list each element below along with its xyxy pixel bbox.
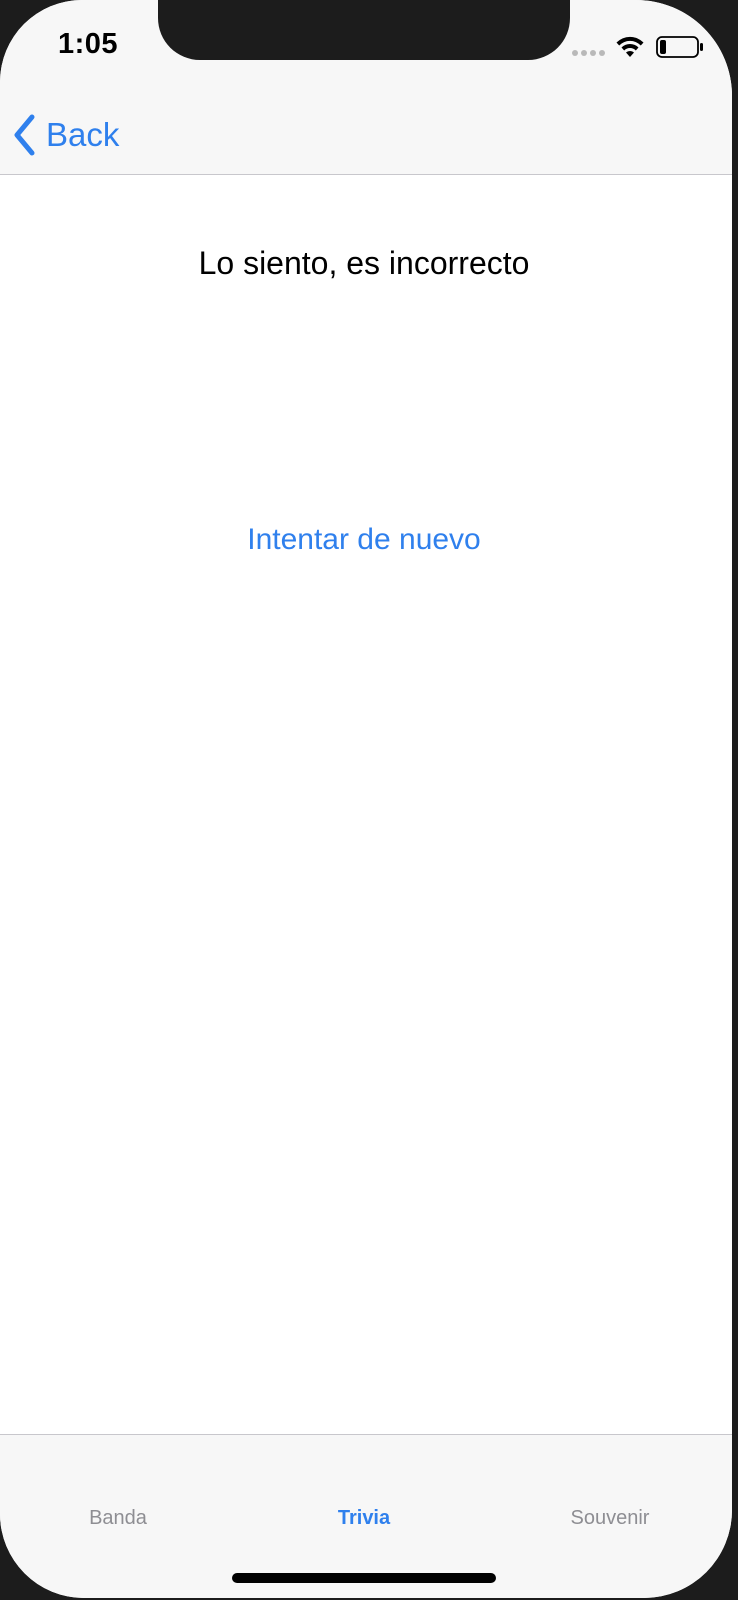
wifi-icon — [616, 36, 644, 57]
phone-screen: 1:05 Back Lo siento, es incorrecto Inten… — [0, 0, 732, 1598]
back-button[interactable]: Back — [12, 110, 119, 160]
status-time: 1:05 — [58, 28, 119, 60]
device-notch — [158, 0, 570, 60]
result-message: Lo siento, es incorrecto — [198, 245, 530, 281]
try-again-button[interactable]: Intentar de nuevo — [0, 523, 728, 557]
chevron-left-icon — [14, 114, 35, 156]
home-indicator[interactable] — [232, 1573, 496, 1583]
battery-icon — [656, 36, 703, 58]
status-bar: 1:05 — [0, 0, 732, 104]
navigation-bar: Back — [0, 104, 732, 175]
tab-trivia[interactable]: Trivia — [264, 1507, 464, 1530]
cellular-signal-icon — [572, 50, 605, 56]
main-content: Lo siento, es incorrecto Intentar de nue… — [0, 175, 732, 1434]
tab-souvenir[interactable]: Souvenir — [510, 1507, 710, 1530]
tab-banda[interactable]: Banda — [18, 1507, 218, 1530]
back-button-label: Back — [46, 116, 120, 153]
